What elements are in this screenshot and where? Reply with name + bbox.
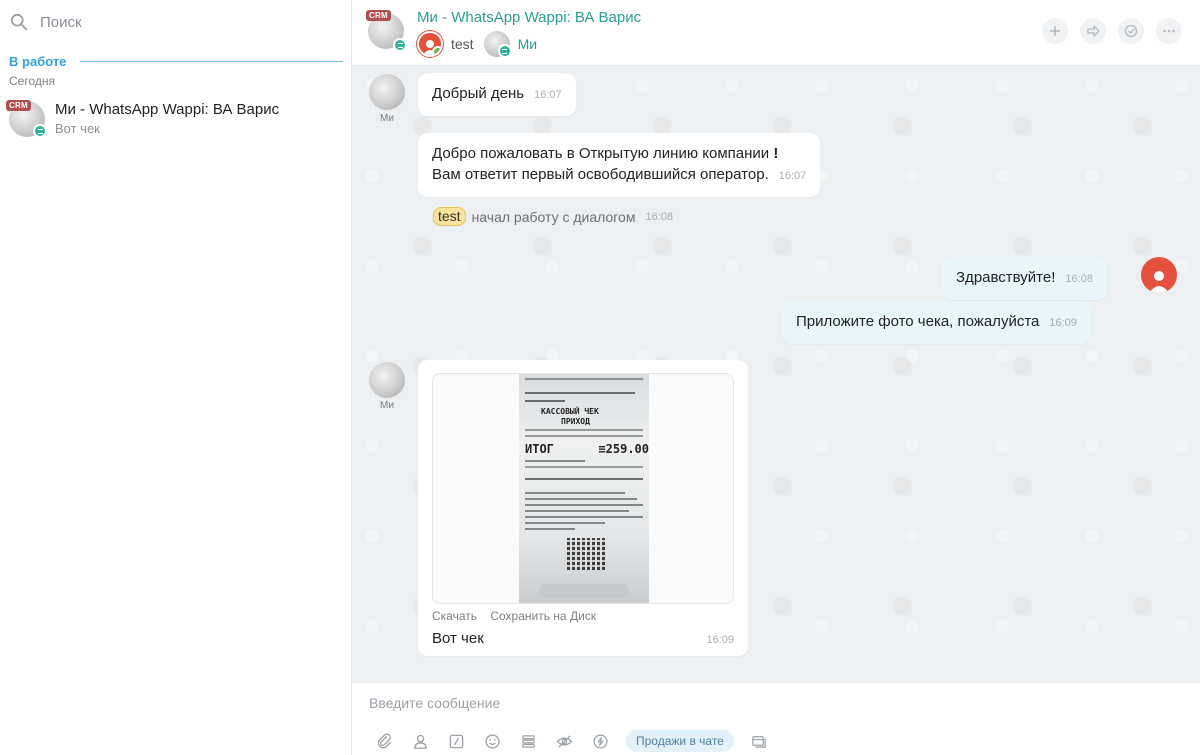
message-time: 16:07 — [778, 170, 807, 182]
forward-arrow-icon — [1087, 25, 1100, 37]
contact-button[interactable] — [402, 729, 438, 753]
chat-name: Ми - WhatsApp Wappi: ВА Варис — [55, 101, 280, 118]
receipt-photo: КАССОВЫЙ ЧЕК ПРИХОД ИТОГ ≡259.00 — [519, 374, 649, 603]
form-button[interactable] — [510, 729, 546, 753]
message-avatar[interactable] — [369, 74, 405, 110]
chat-header: CRM Ми - WhatsApp Wappi: ВА Варис test М… — [352, 0, 1200, 66]
whatsapp-icon — [393, 38, 407, 52]
system-text: начал работу с диалогом — [471, 208, 636, 225]
hidden-message-button[interactable] — [546, 729, 582, 753]
quick-answers-button[interactable] — [438, 729, 474, 753]
finish-dialog-button[interactable] — [1118, 18, 1144, 44]
operator-avatar[interactable] — [417, 31, 443, 57]
message-author: Ми — [380, 113, 394, 124]
add-button[interactable] — [1042, 18, 1068, 44]
slash-box-icon — [449, 734, 463, 748]
message-text: Добрый день — [432, 85, 525, 102]
message-text: Здравствуйте! — [956, 269, 1056, 286]
chat-list-sidebar: В работе Сегодня CRM Ми - WhatsApp Wappi… — [0, 0, 352, 755]
operator-avatar[interactable] — [1141, 257, 1177, 293]
participants-list: test Ми — [417, 29, 547, 59]
save-to-disk-link[interactable]: Сохранить на Диск — [490, 609, 596, 623]
message-text: Вам ответит первый освободившийся операт… — [432, 166, 769, 183]
message-text: Вот чек — [432, 630, 484, 647]
chat-list-item[interactable]: CRM Ми - WhatsApp Wappi: ВА Варис Вот че… — [0, 96, 351, 146]
plus-icon — [1050, 26, 1060, 36]
user-icon — [1149, 271, 1169, 293]
message-time: 16:09 — [706, 634, 734, 646]
more-panels-button[interactable] — [742, 729, 778, 753]
message-bubble: Добро пожаловать в Открытую линию компан… — [418, 133, 821, 197]
smile-icon — [484, 733, 500, 749]
image-preview[interactable]: КАССОВЫЙ ЧЕК ПРИХОД ИТОГ ≡259.00 — [432, 373, 734, 604]
chat-preview: Вот чек — [55, 121, 100, 136]
paperclip-icon — [377, 732, 391, 748]
receipt-total-value: ≡259.00 — [598, 442, 649, 456]
message-time: 16:08 — [645, 210, 673, 223]
chat-window: CRM Ми - WhatsApp Wappi: ВА Варис test М… — [352, 0, 1200, 755]
chat-title[interactable]: Ми - WhatsApp Wappi: ВА Варис — [417, 9, 641, 26]
message-text-bold: ! — [773, 145, 779, 162]
leaf-badge-icon — [432, 46, 441, 55]
person-icon — [413, 734, 427, 749]
operator-tag[interactable]: test — [433, 207, 466, 226]
section-header-in-progress[interactable]: В работе — [9, 52, 343, 70]
composer-toolbar: Продажи в чате — [366, 729, 778, 753]
message-input[interactable] — [369, 691, 1169, 715]
search-input[interactable] — [40, 13, 320, 31]
message-feed[interactable]: Ми Добрый день 16:07 Добро пожаловать в О… — [352, 66, 1200, 682]
more-button[interactable] — [1156, 18, 1182, 44]
lightning-icon — [592, 733, 608, 749]
participant-name[interactable]: Ми — [518, 36, 537, 52]
outgoing-message-bubble: Приложите фото чека, пожалуйста 16:09 — [782, 301, 1091, 344]
message-time: 16:08 — [1065, 273, 1093, 285]
whatsapp-icon — [497, 44, 512, 58]
panels-icon — [752, 735, 767, 748]
download-link[interactable]: Скачать — [432, 609, 477, 623]
lightning-button[interactable] — [582, 729, 618, 753]
forward-button[interactable] — [1080, 18, 1106, 44]
check-circle-icon — [1124, 24, 1138, 38]
day-label: Сегодня — [9, 74, 55, 88]
crm-badge: CRM — [366, 10, 391, 21]
message-time: 16:07 — [534, 89, 562, 101]
whatsapp-icon — [33, 124, 47, 138]
participant-name[interactable]: test — [451, 36, 474, 52]
receipt-subtitle: ПРИХОД — [561, 417, 590, 426]
receipt-total: ИТОГ ≡259.00 — [525, 442, 649, 456]
sales-in-chat-button[interactable]: Продажи в чате — [626, 730, 734, 752]
section-title: В работе — [9, 53, 67, 69]
more-dots-icon — [1163, 29, 1175, 33]
eye-slash-icon — [556, 734, 572, 748]
message-author: Ми — [380, 400, 394, 411]
image-message: КАССОВЫЙ ЧЕК ПРИХОД ИТОГ ≡259.00 Скачать… — [418, 360, 748, 656]
message-composer: Продажи в чате — [352, 682, 1200, 755]
search-bar — [0, 0, 351, 44]
attach-button[interactable] — [366, 729, 402, 753]
emoji-button[interactable] — [474, 729, 510, 753]
file-actions: Скачать Сохранить на Диск — [432, 609, 606, 623]
crm-badge: CRM — [6, 100, 31, 111]
search-icon — [10, 13, 28, 31]
message-bubble: Добрый день 16:07 — [418, 73, 576, 116]
stack-icon — [521, 734, 535, 748]
system-message: test начал работу с диалогом 16:08 — [433, 207, 673, 226]
outgoing-message-bubble: Здравствуйте! 16:08 — [942, 257, 1107, 300]
receipt-total-label: ИТОГ — [525, 442, 554, 456]
message-text: Добро пожаловать в Открытую линию компан… — [432, 145, 774, 162]
section-divider — [80, 60, 343, 62]
receipt-title: КАССОВЫЙ ЧЕК — [541, 407, 599, 416]
message-text: Приложите фото чека, пожалуйста — [796, 313, 1040, 330]
message-avatar[interactable] — [369, 362, 405, 398]
header-actions — [1042, 18, 1182, 44]
message-time: 16:09 — [1049, 317, 1077, 329]
